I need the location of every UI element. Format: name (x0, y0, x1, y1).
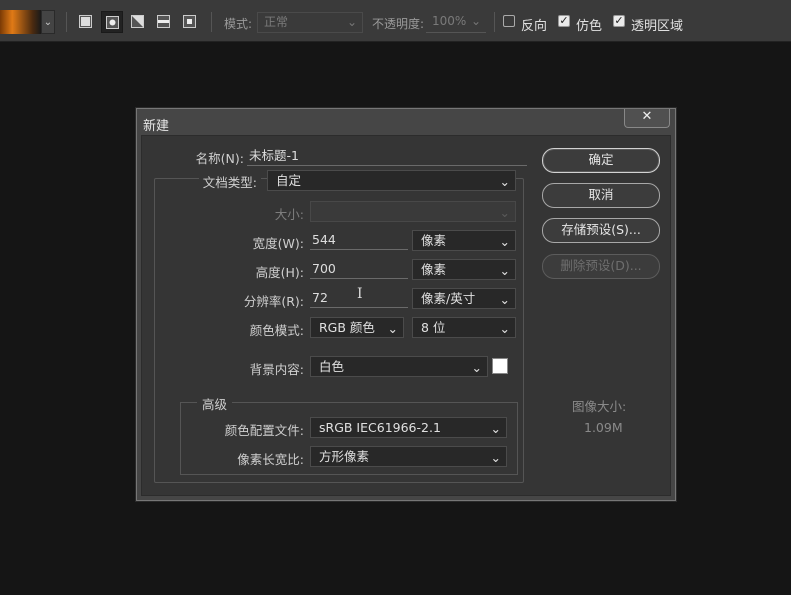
pixel-aspect-select[interactable]: 方形像素 ⌄ (310, 446, 507, 467)
mode-value: 正常 (264, 15, 289, 29)
divider (211, 12, 212, 32)
chevron-down-icon: ⌄ (499, 174, 510, 189)
chevron-down-icon: ⌄ (490, 421, 501, 436)
width-input[interactable]: 544 (310, 230, 408, 250)
close-button[interactable]: ✕ (624, 109, 670, 128)
radial-gradient-icon (106, 16, 119, 29)
height-value: 700 (312, 261, 336, 276)
color-mode-label: 颜色模式: (249, 323, 304, 338)
background-value: 白色 (319, 359, 345, 374)
close-icon: ✕ (641, 109, 653, 124)
dialog-body: 名称(N): 未标题-1 文档类型: 自定 ⌄ 大小: ⌄ 宽度(W): 544… (141, 135, 671, 496)
reflected-gradient-icon (157, 15, 170, 28)
linear-gradient-button[interactable] (75, 11, 97, 33)
reverse-label: 反向 (521, 19, 548, 34)
doc-type-select[interactable]: 自定 ⌄ (267, 170, 516, 191)
background-color-swatch[interactable] (492, 358, 508, 374)
size-label: 大小: (274, 207, 304, 222)
divider (494, 12, 495, 32)
angle-gradient-button[interactable] (127, 11, 149, 33)
opacity-label: 不透明度: (372, 17, 425, 31)
chevron-down-icon: ⌄ (499, 292, 510, 307)
ok-label: 确定 (588, 152, 614, 167)
name-value: 未标题-1 (249, 148, 299, 163)
reverse-checkbox[interactable] (503, 15, 515, 27)
delete-preset-button[interactable]: 删除预设(D)... (542, 254, 660, 279)
name-label: 名称(N): (195, 151, 244, 166)
ok-button[interactable]: 确定 (542, 148, 660, 173)
pixel-aspect-label: 像素长宽比: (237, 452, 304, 467)
dither-label: 仿色 (576, 19, 603, 34)
color-mode-value: RGB 颜色 (319, 320, 375, 335)
reflected-gradient-button[interactable] (153, 11, 175, 33)
resolution-value: 72 (312, 290, 328, 305)
divider (66, 12, 67, 32)
new-document-dialog: 新建 ✕ 名称(N): 未标题-1 文档类型: 自定 ⌄ 大小: ⌄ 宽度(W)… (136, 108, 676, 501)
chevron-down-icon: ⌄ (490, 450, 501, 465)
dither-checkbox[interactable]: ✓ (558, 15, 570, 27)
cancel-label: 取消 (588, 187, 614, 202)
height-label: 高度(H): (255, 265, 304, 280)
delete-preset-label: 删除预设(D)... (560, 258, 642, 273)
chevron-down-icon: ⌄ (499, 234, 510, 249)
width-unit-select[interactable]: 像素 ⌄ (412, 230, 516, 251)
dialog-titlebar[interactable]: 新建 ✕ (137, 109, 675, 135)
background-select[interactable]: 白色 ⌄ (310, 356, 488, 377)
image-size-label: 图像大小: (572, 399, 627, 414)
width-unit-value: 像素 (421, 233, 447, 248)
save-preset-label: 存储预设(S)... (561, 222, 641, 237)
save-preset-button[interactable]: 存储预设(S)... (542, 218, 660, 243)
mode-select[interactable]: 正常 ⌄ (257, 12, 363, 33)
chevron-down-icon: ⌄ (471, 360, 482, 375)
width-value: 544 (312, 232, 336, 247)
angle-gradient-icon (131, 15, 144, 28)
text-cursor-icon: I (357, 286, 363, 302)
resolution-unit-select[interactable]: 像素/英寸 ⌄ (412, 288, 516, 309)
chevron-down-icon: ⌄ (499, 205, 510, 220)
resolution-unit-value: 像素/英寸 (421, 291, 476, 306)
height-unit-value: 像素 (421, 262, 447, 277)
size-select: ⌄ (310, 201, 516, 222)
pixel-aspect-value: 方形像素 (319, 449, 370, 464)
bit-depth-select[interactable]: 8 位 ⌄ (412, 317, 516, 338)
diamond-gradient-icon (183, 15, 196, 28)
cancel-button[interactable]: 取消 (542, 183, 660, 208)
chevron-down-icon: ⌄ (387, 321, 398, 336)
gradient-picker-dropdown[interactable]: ⌄ (41, 10, 55, 34)
height-unit-select[interactable]: 像素 ⌄ (412, 259, 516, 280)
chevron-down-icon: ⌄ (43, 16, 53, 28)
name-input[interactable]: 未标题-1 (247, 146, 527, 166)
transparency-checkbox[interactable]: ✓ (613, 15, 625, 27)
dialog-title: 新建 (143, 119, 170, 134)
doc-type-label: 文档类型: (198, 172, 261, 191)
diamond-gradient-button[interactable] (179, 11, 201, 33)
advanced-label: 高级 (197, 394, 233, 413)
bit-depth-value: 8 位 (421, 320, 446, 335)
resolution-label: 分辨率(R): (243, 294, 304, 309)
color-mode-select[interactable]: RGB 颜色 ⌄ (310, 317, 404, 338)
height-input[interactable]: 700 (310, 259, 408, 279)
radial-gradient-button[interactable] (101, 11, 123, 33)
width-label: 宽度(W): (252, 236, 304, 251)
mode-label: 模式: (224, 17, 253, 31)
color-profile-value: sRGB IEC61966-2.1 (319, 420, 441, 435)
image-size-value: 1.09M (584, 420, 623, 435)
gradient-preview[interactable] (0, 10, 41, 34)
color-profile-label: 颜色配置文件: (224, 423, 304, 438)
chevron-down-icon: ⌄ (499, 263, 510, 278)
opacity-value: 100% (432, 14, 467, 28)
background-label: 背景内容: (249, 362, 304, 377)
opacity-input[interactable]: 100% ⌄ (426, 12, 486, 33)
color-profile-select[interactable]: sRGB IEC61966-2.1 ⌄ (310, 417, 507, 438)
transparency-label: 透明区域 (631, 19, 684, 34)
chevron-down-icon: ⌄ (499, 321, 510, 336)
linear-gradient-icon (79, 15, 92, 28)
doc-type-value: 自定 (276, 173, 302, 188)
options-toolbar: ⌄ 模式: 正常 ⌄ 不透明度: 100% ⌄ 反向 ✓ 仿色 ✓ 透明区域 (0, 0, 791, 42)
chevron-down-icon: ⌄ (346, 15, 357, 29)
chevron-down-icon: ⌄ (470, 14, 481, 28)
